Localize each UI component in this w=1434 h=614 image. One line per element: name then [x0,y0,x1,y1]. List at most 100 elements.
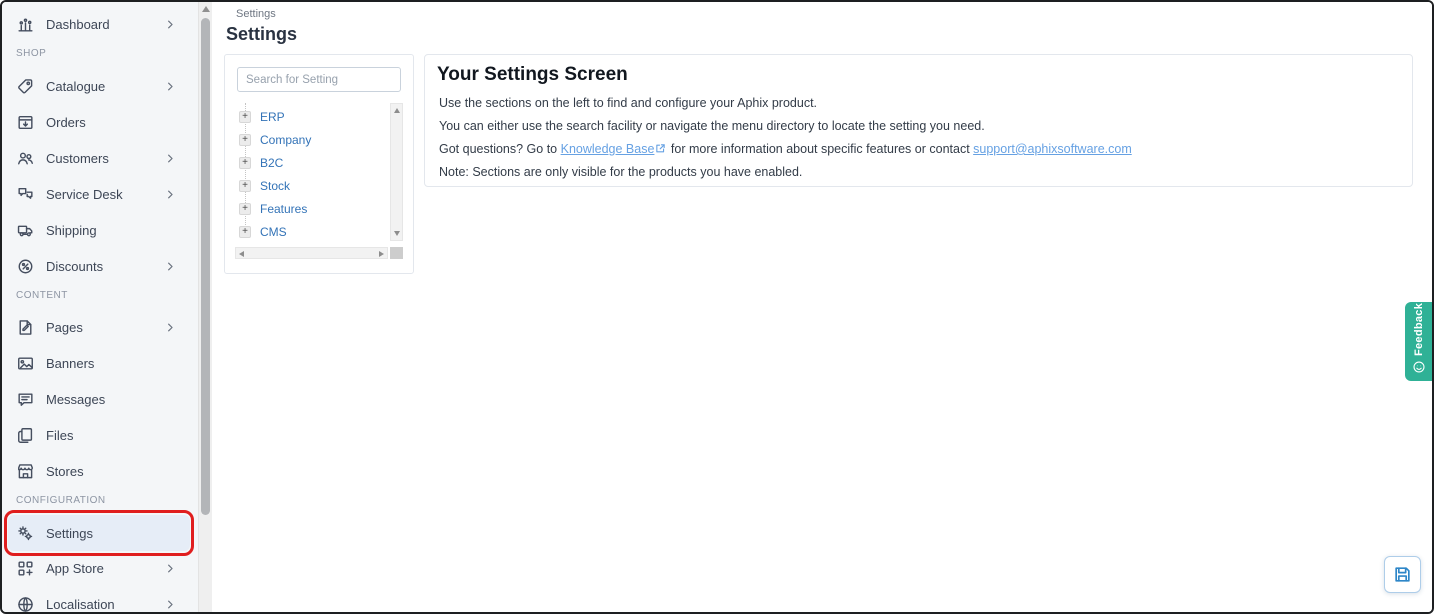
sidebar-item-label: Shipping [46,223,97,238]
message-icon [16,390,35,409]
sidebar-item-label: Dashboard [46,17,110,32]
sidebar-item-orders[interactable]: Orders [2,104,198,140]
tag-icon [16,77,35,96]
chevron-right-icon [165,81,176,92]
image-icon [16,354,35,373]
info-paragraph-3: Got questions? Go to Knowledge Base for … [439,142,1132,156]
grid-plus-icon [16,559,35,578]
sidebar-item-label: App Store [46,561,104,576]
storefront-icon [16,462,35,481]
gears-icon [16,524,35,543]
sidebar-item-shipping[interactable]: Shipping [2,212,198,248]
sidebar-item-dashboard[interactable]: Dashboard [2,6,198,42]
knowledge-base-link[interactable]: Knowledge Base [561,142,655,156]
info-paragraph-1: Use the sections on the left to find and… [439,96,817,110]
truck-icon [16,221,35,240]
dashboard-chart-icon [16,15,35,34]
percent-badge-icon [16,257,35,276]
sidebar-item-label: Settings [46,526,93,541]
scroll-up-arrow-icon[interactable] [394,108,400,113]
sidebar-item-localisation[interactable]: Localisation [2,586,198,614]
sidebar-item-catalogue[interactable]: Catalogue [2,68,198,104]
breadcrumb: Settings [236,8,276,20]
sidebar-item-banners[interactable]: Banners [2,345,198,381]
expand-plus-icon[interactable]: + [239,157,251,169]
info-paragraph-3-middle: for more information about specific feat… [667,142,973,156]
app-window: DashboardSHOPCatalogueOrdersCustomersSer… [0,0,1434,614]
sidebar-item-label: Files [46,428,73,443]
expand-plus-icon[interactable]: + [239,111,251,123]
sidebar-item-label: Banners [46,356,94,371]
expand-plus-icon[interactable]: + [239,226,251,238]
chevron-right-icon [165,189,176,200]
sidebar-item-label: Catalogue [46,79,105,94]
sidebar-section-configuration: CONFIGURATION [16,495,106,509]
feedback-label: Feedback [1413,302,1425,360]
sidebar-item-stores[interactable]: Stores [2,453,198,489]
sidebar-item-discounts[interactable]: Discounts [2,248,198,284]
sidebar-item-messages[interactable]: Messages [2,381,198,417]
tree-item-label[interactable]: Features [260,202,307,216]
tree-item-label[interactable]: Stock [260,179,290,193]
tree-item-label[interactable]: CMS [260,225,287,239]
sidebar-item-label: Discounts [46,259,103,274]
globe-icon [16,595,35,614]
tree-item-label[interactable]: B2C [260,156,283,170]
support-email-link[interactable]: support@aphixsoftware.com [973,142,1132,156]
tree-item-cms: + CMS [235,220,388,241]
smiley-icon [1412,360,1426,374]
floppy-disk-icon [1393,565,1412,584]
sidebar-item-service-desk[interactable]: Service Desk [2,176,198,212]
tree-item-stock: + Stock [235,174,388,197]
page-title: Settings [226,24,297,45]
search-input[interactable] [237,67,401,92]
files-icon [16,426,35,445]
external-link-icon [655,143,666,154]
tree-item-company: + Company [235,128,388,151]
scroll-left-arrow-icon[interactable] [239,251,244,257]
tree-item-erp: + ERP [235,105,388,128]
settings-info-panel: Your Settings Screen Use the sections on… [424,54,1413,187]
sidebar-item-files[interactable]: Files [2,417,198,453]
tree-item-label[interactable]: Company [260,133,311,147]
sidebar-item-label: Pages [46,320,83,335]
chevron-right-icon [165,261,176,272]
expand-plus-icon[interactable]: + [239,203,251,215]
scroll-down-arrow-icon[interactable] [394,231,400,236]
main-content: Settings Settings + ERP + Company + B2C + Stock… [212,2,1432,612]
settings-tree: + ERP + Company + B2C + Stock + Features + CMS [235,101,388,241]
sidebar-item-label: Service Desk [46,187,123,202]
expand-plus-icon[interactable]: + [239,134,251,146]
chevron-right-icon [165,563,176,574]
tree-item-features: + Features [235,197,388,220]
chevron-right-icon [165,153,176,164]
info-paragraph-3-prefix: Got questions? Go to [439,142,561,156]
tree-vertical-scrollbar[interactable] [390,103,403,241]
page-icon [16,318,35,337]
sidebar-item-customers[interactable]: Customers [2,140,198,176]
feedback-tab[interactable]: Feedback [1405,302,1432,381]
sidebar-item-label: Messages [46,392,105,407]
scroll-right-arrow-icon[interactable] [379,251,384,257]
sidebar-scrollbar-thumb[interactable] [201,18,210,515]
tree-horizontal-scrollbar[interactable] [235,247,388,259]
expand-plus-icon[interactable]: + [239,180,251,192]
sidebar-scrollbar[interactable] [198,2,212,612]
sidebar-item-pages[interactable]: Pages [2,309,198,345]
sidebar-item-label: Localisation [46,597,115,612]
sidebar-section-content: CONTENT [16,290,68,304]
sidebar-item-app-store[interactable]: App Store [2,550,198,586]
tree-item-label[interactable]: ERP [260,110,285,124]
sidebar-item-label: Stores [46,464,84,479]
chevron-right-icon [165,19,176,30]
info-paragraph-4: Note: Sections are only visible for the … [439,165,802,179]
sidebar-item-settings[interactable]: Settings [8,515,190,551]
settings-tree-panel: + ERP + Company + B2C + Stock + Features + CMS [224,54,414,274]
sidebar: DashboardSHOPCatalogueOrdersCustomersSer… [2,2,198,612]
save-button[interactable] [1384,556,1421,593]
users-icon [16,149,35,168]
scrollbar-corner [390,247,403,259]
sidebar-item-label: Orders [46,115,86,130]
info-paragraph-2: You can either use the search facility o… [439,119,985,133]
scrollbar-up-arrow-icon[interactable] [202,6,210,12]
